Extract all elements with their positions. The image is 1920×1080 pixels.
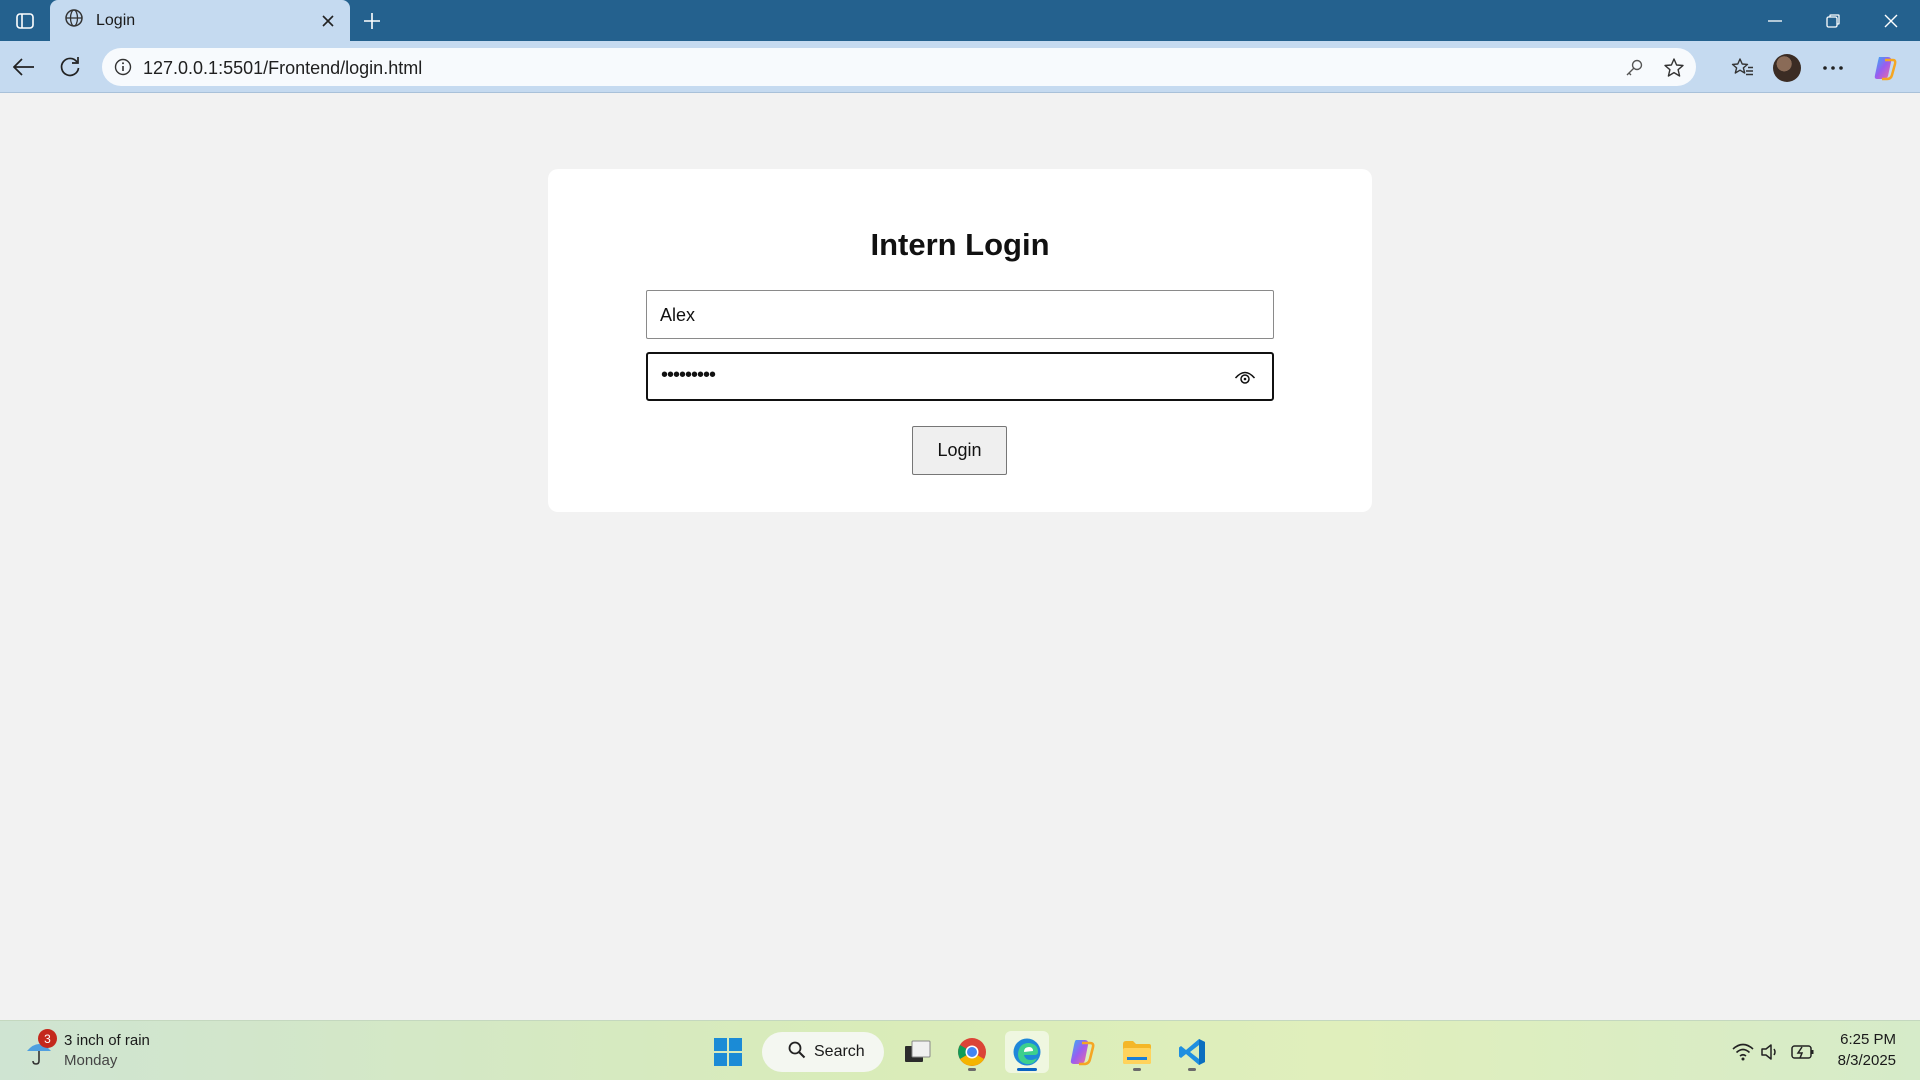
login-card: Intern Login Alex ••••••••• Login xyxy=(548,169,1372,512)
globe-icon xyxy=(64,8,84,33)
start-windows-icon[interactable] xyxy=(706,1031,750,1073)
volume-icon[interactable] xyxy=(1759,1041,1783,1063)
restore-icon[interactable] xyxy=(1804,0,1862,41)
wifi-icon[interactable] xyxy=(1731,1041,1755,1063)
favorites-icon[interactable] xyxy=(1728,53,1758,83)
address-toolbar: 127.0.0.1:5501/Frontend/login.html xyxy=(0,41,1920,93)
battery-charging-icon[interactable] xyxy=(1791,1041,1815,1063)
address-bar[interactable]: 127.0.0.1:5501/Frontend/login.html xyxy=(102,48,1696,86)
page-title: Intern Login xyxy=(870,227,1050,262)
tab-login[interactable]: Login xyxy=(50,0,350,41)
clock-time[interactable]: 6:25 PM xyxy=(1840,1031,1896,1048)
tab-title: Login xyxy=(96,11,136,29)
weather-notification-badge: 3 xyxy=(38,1029,57,1048)
running-indicator xyxy=(1133,1068,1141,1071)
browser-tab-strip: Login xyxy=(0,0,1920,41)
task-view-icon[interactable] xyxy=(896,1031,940,1073)
tab-actions-icon[interactable] xyxy=(10,8,40,34)
running-indicator xyxy=(1188,1068,1196,1071)
refresh-icon[interactable] xyxy=(56,53,84,81)
password-value: ••••••••• xyxy=(661,364,716,386)
login-button[interactable]: Login xyxy=(912,426,1007,475)
show-password-eye-icon[interactable] xyxy=(1234,368,1256,386)
password-key-icon[interactable] xyxy=(1622,56,1646,80)
new-tab-icon[interactable] xyxy=(358,8,386,34)
back-icon[interactable] xyxy=(10,53,38,81)
username-value: Alex xyxy=(660,305,696,325)
running-indicator xyxy=(968,1068,976,1071)
close-tab-icon[interactable] xyxy=(316,9,340,33)
taskbar-search[interactable]: Search xyxy=(762,1032,884,1072)
clock-date[interactable]: 8/3/2025 xyxy=(1838,1052,1896,1069)
copilot-icon[interactable] xyxy=(1870,53,1900,83)
more-options-icon[interactable] xyxy=(1818,53,1848,83)
file-explorer-icon[interactable] xyxy=(1115,1031,1159,1073)
chrome-icon[interactable] xyxy=(950,1031,994,1073)
profile-avatar[interactable] xyxy=(1772,53,1802,83)
search-icon xyxy=(788,1041,806,1064)
close-window-icon[interactable] xyxy=(1862,0,1920,41)
favorite-star-icon[interactable] xyxy=(1662,56,1686,80)
edge-icon[interactable] xyxy=(1005,1031,1049,1073)
vscode-icon[interactable] xyxy=(1170,1031,1214,1073)
site-info-icon[interactable] xyxy=(112,56,134,78)
search-label: Search xyxy=(814,1043,865,1060)
minimize-icon[interactable] xyxy=(1746,0,1804,41)
copilot-app-icon[interactable] xyxy=(1060,1031,1104,1073)
url-text: 127.0.0.1:5501/Frontend/login.html xyxy=(143,58,423,78)
username-input[interactable]: Alex xyxy=(646,290,1274,339)
weather-day: Monday xyxy=(64,1052,118,1069)
avatar xyxy=(1773,54,1801,82)
active-indicator xyxy=(1017,1068,1037,1071)
taskbar: 3 3 inch of rain Monday Search 6:25 PM 8… xyxy=(0,1020,1920,1080)
weather-text[interactable]: 3 inch of rain xyxy=(64,1032,150,1049)
password-input[interactable]: ••••••••• xyxy=(646,352,1274,401)
